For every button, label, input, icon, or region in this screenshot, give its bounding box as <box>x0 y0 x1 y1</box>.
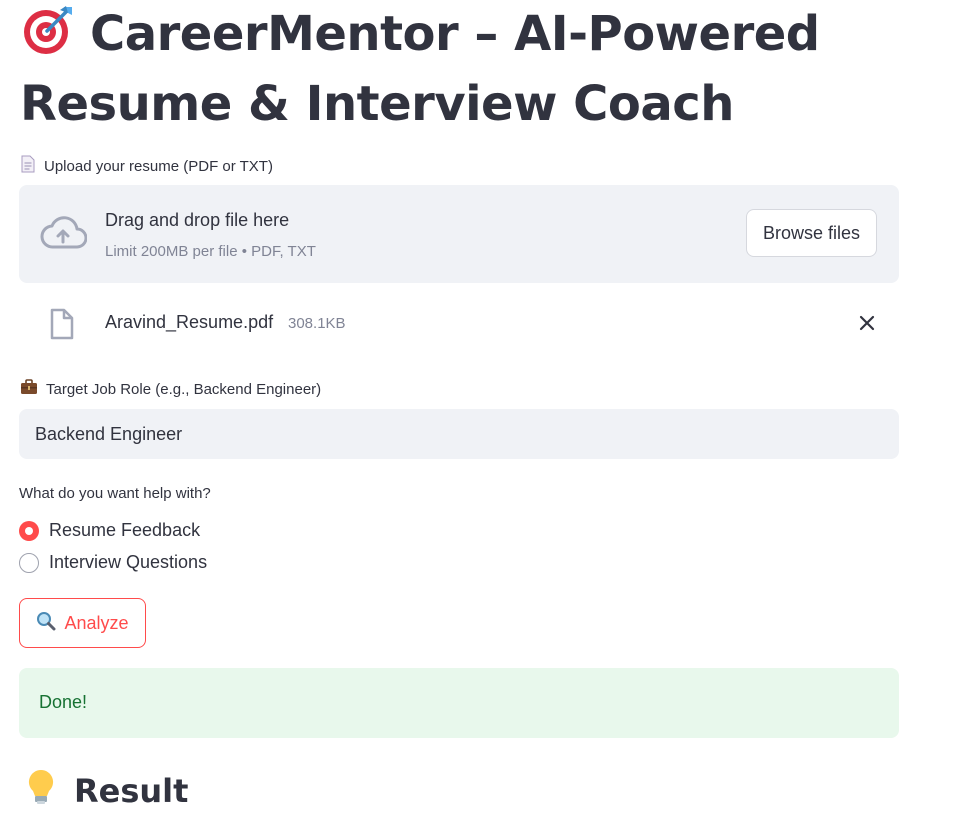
cloud-upload-icon <box>39 215 88 256</box>
target-dart-icon <box>20 4 76 72</box>
magnifier-icon <box>36 611 56 636</box>
page-title: CareerMentor – AI-Powered Resume & Inter… <box>20 2 940 136</box>
radio-resume-feedback[interactable]: Resume Feedback <box>19 520 200 541</box>
analyze-button-label: Analyze <box>64 612 129 633</box>
radio-selected-icon <box>19 520 39 541</box>
result-heading-text: Result <box>74 772 189 810</box>
job-role-input[interactable] <box>19 409 899 459</box>
page-title-text: CareerMentor – AI-Powered Resume & Inter… <box>20 6 820 132</box>
lightbulb-icon <box>26 768 56 814</box>
radio-option-label: Interview Questions <box>49 552 208 572</box>
uploaded-file-row: Aravind_Resume.pdf 308.1KB <box>19 300 899 346</box>
radio-interview-questions[interactable]: Interview Questions <box>19 552 207 573</box>
radio-unselected-icon <box>19 552 39 573</box>
browse-files-button[interactable]: Browse files <box>746 209 877 257</box>
help-type-label: What do you want help with? <box>19 485 211 502</box>
role-label: Target Job Role (e.g., Backend Engineer) <box>20 379 321 399</box>
file-icon <box>49 308 75 345</box>
file-name: Aravind_Resume.pdf <box>105 312 274 332</box>
success-message: Done! <box>39 692 88 712</box>
dropzone-subtitle: Limit 200MB per file • PDF, TXT <box>105 243 316 260</box>
remove-file-close-icon[interactable] <box>857 313 877 338</box>
file-size: 308.1KB <box>288 315 346 332</box>
radio-option-label: Resume Feedback <box>49 520 201 540</box>
dropzone-title: Drag and drop file here <box>105 210 290 230</box>
success-alert: Done! <box>19 668 899 738</box>
briefcase-icon <box>20 379 38 399</box>
upload-label: Upload your resume (PDF or TXT) <box>20 155 273 177</box>
role-label-text: Target Job Role (e.g., Backend Engineer) <box>46 380 322 398</box>
upload-label-text: Upload your resume (PDF or TXT) <box>44 157 273 175</box>
result-heading: Result <box>26 768 188 814</box>
analyze-button[interactable]: Analyze <box>19 598 146 648</box>
file-dropzone[interactable]: Drag and drop file here Limit 200MB per … <box>19 185 899 283</box>
document-icon <box>20 155 36 177</box>
